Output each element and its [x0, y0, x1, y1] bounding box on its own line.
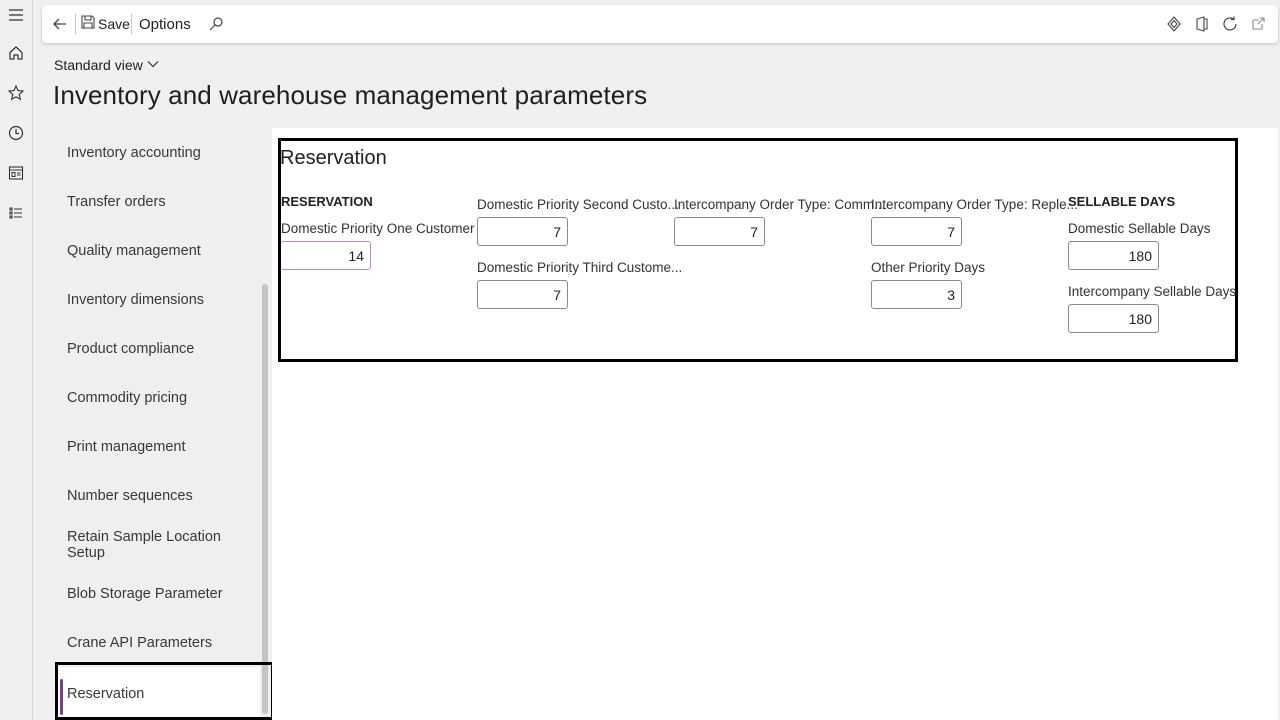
save-button[interactable]: Save: [80, 12, 130, 36]
diamond-icon[interactable]: [1164, 12, 1184, 36]
section-title: Reservation: [280, 147, 387, 169]
domestic-priority-second-input[interactable]: [477, 217, 568, 246]
content-panel: [272, 128, 1278, 720]
field-label-other-priority-days: Other Priority Days: [871, 260, 986, 275]
home-icon[interactable]: [4, 41, 28, 65]
back-arrow-icon[interactable]: [48, 12, 72, 36]
nav-item-number-sequences[interactable]: Number sequences: [55, 471, 260, 520]
toolbar-divider: [75, 14, 76, 34]
field-label-intercompany-order-type-comm: Intercompany Order Type: Comm...: [674, 197, 886, 212]
group-header-sellable-days: SELLABLE DAYS: [1068, 194, 1176, 209]
field-label-intercompany-sellable-days: Intercompany Sellable Days: [1068, 284, 1237, 299]
nav-item-retain-sample-location-setup[interactable]: Retain Sample Location Setup: [55, 520, 260, 569]
nav-item-label: Reservation: [67, 685, 145, 702]
other-priority-days-input[interactable]: [871, 280, 962, 309]
field-label-domestic-priority-second: Domestic Priority Second Custo...: [477, 197, 679, 212]
action-toolbar: Save Options: [42, 5, 1278, 43]
navigation-rail: [0, 0, 33, 720]
field-label-domestic-priority-one: Domestic Priority One Customer ...: [281, 221, 490, 236]
nav-item-crane-api-parameters[interactable]: Crane API Parameters: [55, 618, 260, 667]
group-header-reservation: RESERVATION: [281, 194, 373, 209]
search-icon[interactable]: [204, 12, 228, 36]
view-selector-label: Standard view: [54, 57, 143, 73]
nav-item-transfer-orders[interactable]: Transfer orders: [55, 177, 260, 226]
refresh-icon[interactable]: [1220, 12, 1240, 36]
options-menu[interactable]: Options: [139, 12, 191, 36]
domestic-priority-third-input[interactable]: [477, 280, 568, 309]
domestic-sellable-days-input[interactable]: [1068, 241, 1159, 270]
hamburger-menu-icon[interactable]: [4, 3, 28, 27]
field-label-domestic-sellable-days: Domestic Sellable Days: [1068, 221, 1211, 236]
intercompany-sellable-days-input[interactable]: [1068, 304, 1159, 333]
nav-item-inventory-accounting[interactable]: Inventory accounting: [55, 128, 260, 177]
nav-item-blob-storage-parameter[interactable]: Blob Storage Parameter: [55, 569, 260, 618]
nav-scrollbar[interactable]: [262, 284, 268, 714]
save-icon: [80, 14, 96, 35]
intercompany-order-type-reple-input[interactable]: [871, 217, 962, 246]
domestic-priority-one-input[interactable]: [280, 241, 371, 270]
clock-icon[interactable]: [4, 121, 28, 145]
view-selector[interactable]: Standard view: [54, 57, 159, 73]
nav-item-print-management[interactable]: Print management: [55, 422, 260, 471]
workspace-icon[interactable]: [4, 161, 28, 185]
chevron-down-icon: [147, 57, 159, 73]
page-title: Inventory and warehouse management param…: [53, 80, 648, 110]
parameters-nav-list: Inventory accounting Transfer orders Qua…: [55, 128, 273, 720]
open-new-window-icon[interactable]: [1248, 12, 1268, 36]
nav-item-quality-management[interactable]: Quality management: [55, 226, 260, 275]
field-label-intercompany-order-type-reple: Intercompany Order Type: Reple...: [871, 197, 1078, 212]
office-icon[interactable]: [1192, 12, 1212, 36]
star-icon[interactable]: [4, 81, 28, 105]
nav-item-product-compliance[interactable]: Product compliance: [55, 324, 260, 373]
active-indicator: [60, 679, 63, 715]
toolbar-divider: [131, 14, 132, 34]
nav-item-reservation[interactable]: Reservation: [55, 667, 260, 720]
field-label-domestic-priority-third: Domestic Priority Third Custome...: [477, 260, 683, 275]
nav-item-inventory-dimensions[interactable]: Inventory dimensions: [55, 275, 260, 324]
save-label: Save: [98, 16, 130, 32]
intercompany-order-type-comm-input[interactable]: [674, 217, 765, 246]
list-icon[interactable]: [4, 201, 28, 225]
nav-item-commodity-pricing[interactable]: Commodity pricing: [55, 373, 260, 422]
